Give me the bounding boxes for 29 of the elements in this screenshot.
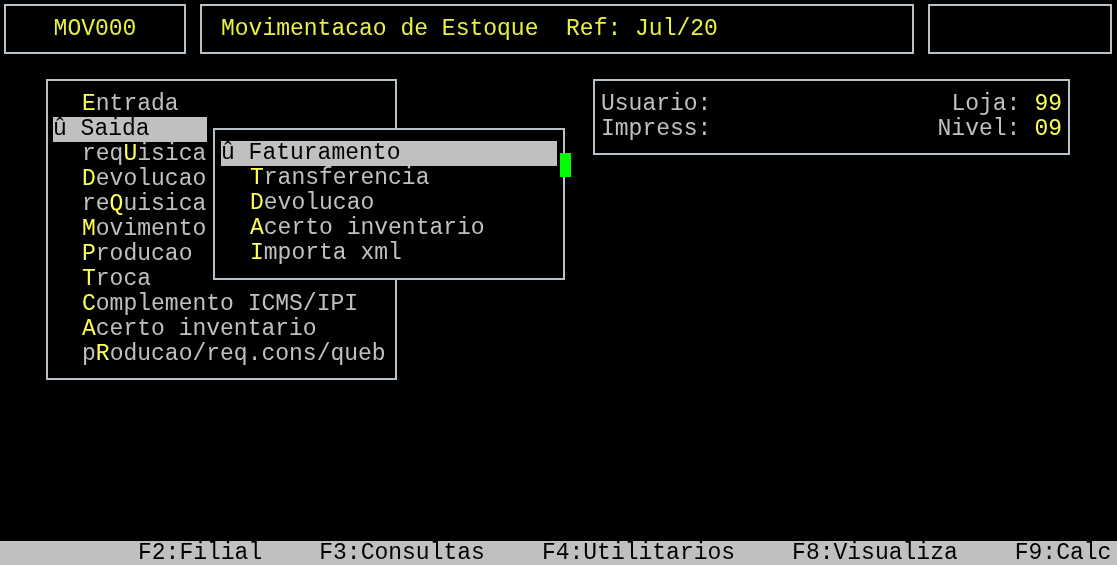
field-label: Impress: [601,117,712,142]
menu-item[interactable]: Entrada [53,92,207,117]
field-label: Loja: [951,92,1021,117]
menu-item[interactable]: Troca [53,267,207,292]
menu-item[interactable]: Acerto inventario [53,317,317,342]
menu-item[interactable]: Producao [53,242,207,267]
screen-title: Movimentacao de Estoque Ref: Jul/20 [200,4,914,54]
menu-item[interactable]: reqUisica [53,142,207,167]
menu-item[interactable]: reQuisica [53,192,207,217]
menu-item[interactable]: pRoducao/req.cons/queb [53,342,386,367]
field-label: Usuario: [601,92,712,117]
function-key[interactable]: F3:Consultas [319,540,485,565]
function-key[interactable]: F2:Filial [138,540,263,565]
menu-item[interactable]: Devolucao [221,191,557,216]
program-code: MOV000 [4,4,186,54]
menu-item[interactable]: û Faturamento [221,141,557,166]
menu-item[interactable]: Transferencia [221,166,557,191]
menu-item[interactable]: Complemento ICMS/IPI [53,292,359,317]
field-value: 09 [1034,117,1062,142]
menu-item[interactable]: Acerto inventario [221,216,557,241]
menu-item[interactable]: Movimento [53,217,207,242]
field-label: Nivel: [937,117,1021,142]
menu-item[interactable]: Importa xml [221,241,557,266]
function-key[interactable]: F4:Utilitarios [541,540,736,565]
menu-item[interactable]: Devolucao [53,167,207,192]
field-value: 99 [1034,92,1062,117]
function-key[interactable]: F9:Calc [1014,540,1112,565]
function-key[interactable]: F8:Visualiza [792,540,958,565]
menu-item[interactable]: û Saida [53,117,207,142]
